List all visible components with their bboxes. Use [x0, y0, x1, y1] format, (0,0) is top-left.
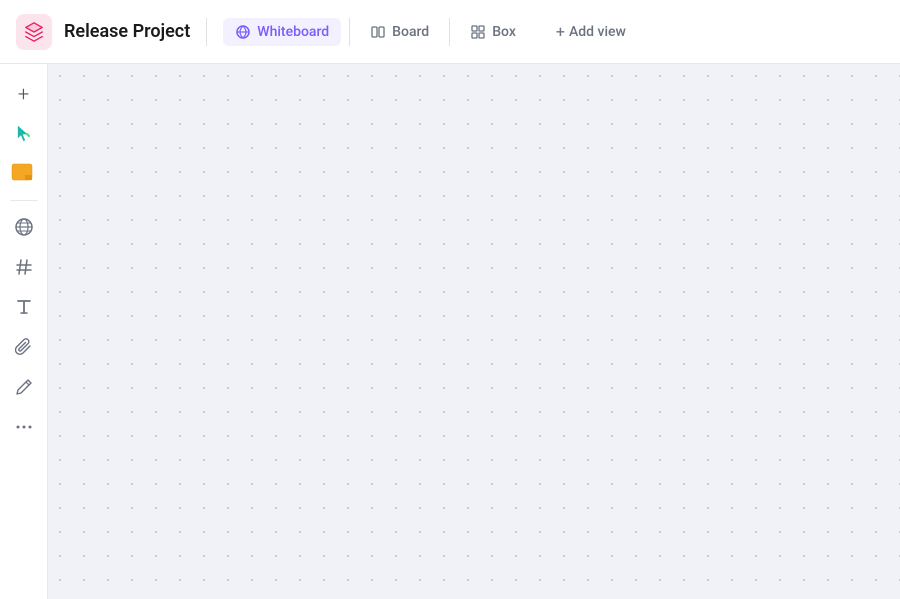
attach-icon	[14, 337, 34, 357]
add-view-label: Add view	[569, 24, 626, 40]
sidebar-item-text[interactable]	[6, 289, 42, 325]
tab-board[interactable]: Board	[358, 18, 441, 46]
sidebar-item-globe[interactable]	[6, 209, 42, 245]
whiteboard-canvas[interactable]	[48, 64, 900, 599]
whiteboard-icon	[235, 24, 251, 40]
tab-divider-2	[449, 18, 450, 46]
tab-divider-1	[349, 18, 350, 46]
hash-icon	[14, 257, 34, 277]
tab-whiteboard[interactable]: Whiteboard	[223, 18, 341, 46]
sidebar-item-attach[interactable]	[6, 329, 42, 365]
box-icon	[470, 24, 486, 40]
sidebar: +	[0, 64, 48, 599]
sidebar-item-hash[interactable]	[6, 249, 42, 285]
sidebar-item-add[interactable]: +	[6, 76, 42, 112]
sticky-note-icon	[11, 163, 37, 185]
project-title: Release Project	[64, 21, 190, 42]
whiteboard-tab-label: Whiteboard	[257, 24, 329, 40]
tab-box[interactable]: Box	[458, 18, 528, 46]
pen-icon	[14, 377, 34, 397]
board-tab-label: Board	[392, 24, 429, 40]
main-layout: +	[0, 64, 900, 599]
add-view-plus-icon: +	[556, 22, 565, 41]
board-icon	[370, 24, 386, 40]
add-view-button[interactable]: + Add view	[544, 16, 638, 47]
cursor-icon	[14, 124, 34, 144]
globe-icon	[14, 217, 34, 237]
sidebar-item-more[interactable]	[6, 409, 42, 445]
sidebar-item-cursor[interactable]	[6, 116, 42, 152]
text-icon	[14, 297, 34, 317]
add-icon: +	[18, 82, 29, 106]
more-icon	[14, 417, 34, 437]
sidebar-item-sticky[interactable]	[6, 156, 42, 192]
nav-tabs: Whiteboard Board	[223, 18, 528, 46]
project-icon	[16, 14, 52, 50]
header-divider	[206, 18, 207, 46]
box-tab-label: Box	[492, 24, 516, 40]
header: Release Project Whiteboard	[0, 0, 900, 64]
sidebar-item-pen[interactable]	[6, 369, 42, 405]
sidebar-divider-1	[10, 200, 38, 201]
